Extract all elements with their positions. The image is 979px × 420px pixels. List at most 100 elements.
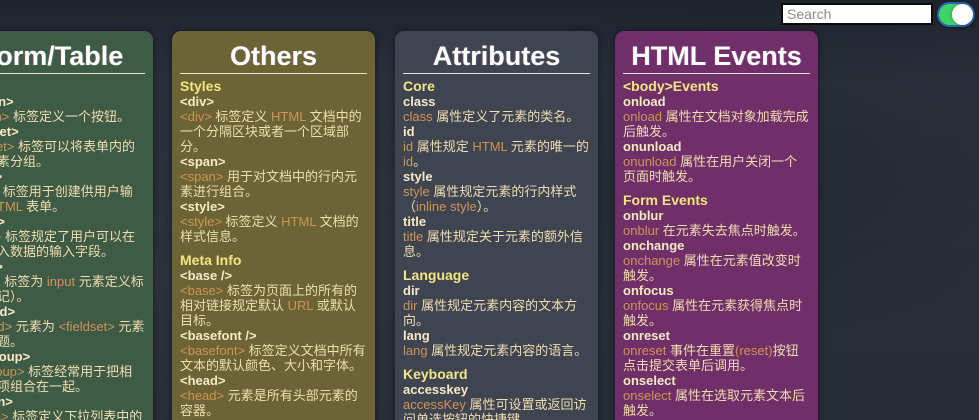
entry-term: onselect	[623, 373, 676, 388]
code-token: class	[403, 109, 433, 124]
title-divider	[623, 73, 810, 74]
code-token: style	[403, 184, 430, 199]
column-title: Others	[229, 41, 318, 71]
entry-term: <form>	[0, 169, 145, 184]
code-token: id	[403, 139, 414, 154]
code-token: <head>	[180, 388, 225, 403]
entry-desc: <head> 元素是所有头部元素的容器。	[180, 388, 367, 418]
toggle-knob	[952, 4, 973, 25]
code-token: inline style	[416, 199, 477, 214]
desc-text: 。	[413, 154, 427, 169]
code-token: <span>	[180, 169, 224, 184]
code-token: HTML	[0, 199, 23, 214]
code-token: id	[403, 154, 414, 169]
entry-term: <span>	[180, 154, 226, 169]
entry-term: onchange	[623, 238, 685, 253]
code-token: accessKey	[403, 397, 466, 412]
entry-desc: onreset 事件在重置(reset)按钮点击提交表单后调用。	[623, 343, 810, 373]
entry-desc: accessKey 属性可设置或返回访问单选按钮的快捷键。	[403, 397, 590, 420]
column-title: Form/Table	[0, 41, 124, 71]
entry-desc: <button> 标签定义一个按钮。	[0, 109, 145, 124]
search-input[interactable]	[781, 3, 933, 25]
code-token: onunload	[623, 154, 677, 169]
entry-desc: style 属性规定元素的行内样式（inline style）。	[403, 184, 590, 214]
code-token: <button>	[0, 109, 10, 124]
entry-term: <input>	[0, 214, 5, 229]
code-token: <basefont>	[180, 343, 246, 358]
entry-term: <fieldset>	[0, 124, 19, 139]
code-token: onchange	[623, 253, 681, 268]
entry-desc: <legend> 元素为 <fieldset> 元素定义标题。	[0, 319, 145, 349]
entry-desc: class 属性定义了元素的类名。	[403, 109, 590, 124]
entry-desc: onselect 属性在选取元素文本后触发。	[623, 388, 810, 418]
desc-text: 标签定义一个按钮。	[9, 109, 130, 124]
entry-term: <basefont />	[180, 328, 257, 343]
code-token: title	[403, 229, 424, 244]
entry-desc: <optgroup> 标签经常用于把相关的选项组合在一起。	[0, 364, 145, 394]
desc-text: 标签规定了用户可以在其中输入数据的输入字段。	[0, 229, 135, 259]
code-token: input	[46, 274, 76, 289]
entry-term: id	[403, 124, 415, 139]
code-token: (reset)	[735, 343, 773, 358]
entry-desc: onload 属性在文档对象加载完成后触发。	[623, 109, 810, 139]
code-token: onselect	[623, 388, 672, 403]
entry-term: <head>	[180, 373, 226, 388]
entry-desc: <basefont> 标签定义文档中所有文本的默认颜色、大小和字体。	[180, 343, 367, 373]
entry-desc: id 属性规定 HTML 元素的唯一的 id。	[403, 139, 590, 169]
search-toggle[interactable]	[937, 2, 975, 27]
entry-desc: <base> 标签为页面上的所有的相对链接规定默认 URL 或默认目标。	[180, 283, 367, 328]
entry-desc: <style> 标签定义 HTML 文档的样式信息。	[180, 214, 367, 244]
desc-text: 标签为	[0, 274, 47, 289]
desc-text: 属性规定	[413, 139, 473, 154]
code-token: HTML	[472, 139, 508, 154]
entry-term: class	[403, 94, 436, 109]
code-token: <fieldset>	[58, 319, 115, 334]
entry-term: onload	[623, 94, 666, 109]
section-heading: Meta Info	[180, 252, 242, 268]
section-heading: <body>Events	[623, 78, 719, 94]
desc-text: 标签定义	[221, 214, 282, 229]
entry-desc: <fieldset> 标签可以将表单内的相关元素分组。	[0, 139, 145, 169]
entry-desc: onfocus 属性在元素获得焦点时触发。	[623, 298, 810, 328]
entry-term: <optgroup>	[0, 349, 31, 364]
column-attributes: Attributes Core class class 属性定义了元素的类名。 id id…	[395, 31, 598, 420]
desc-text: 标签可以将表单内的相关元素分组。	[0, 139, 135, 169]
entry-desc: <div> 标签定义 HTML 文档中的一个分隔区块或者一个区域部分。	[180, 109, 367, 154]
code-token: <optgroup>	[0, 364, 25, 379]
entry-term: <legend>	[0, 304, 16, 319]
column-others: Others Styles <div> <div> 标签定义 HTML 文档中的一个分…	[172, 31, 375, 420]
desc-text: 属性定义了元素的类名。	[432, 109, 580, 124]
entry-desc: title 属性规定关于元素的额外信息。	[403, 229, 590, 259]
entry-term: <base />	[180, 268, 233, 283]
entry-desc: <option> 标签定义下拉列表中的一个选项（一个条目）。	[0, 409, 145, 420]
entry-term: accesskey	[403, 382, 469, 397]
code-token: URL	[287, 298, 314, 313]
entry-desc: dir 属性规定元素内容的文本方向。	[403, 298, 590, 328]
code-token: <option>	[0, 409, 9, 420]
column-title: HTML Events	[631, 41, 802, 71]
entry-desc: <span> 用于对文档中的行内元素进行组合。	[180, 169, 367, 199]
entry-desc: lang 属性规定元素内容的语言。	[403, 343, 590, 358]
desc-text: 元素为	[12, 319, 59, 334]
entry-term: onblur	[623, 208, 664, 223]
entry-desc: <label> 标签为 input 元素定义标注（标记）。	[0, 274, 145, 304]
column-html-events: HTML Events <body>Events onload onload 属性在文…	[615, 31, 818, 420]
desc-text: 属性规定元素内容的文本方向。	[403, 298, 578, 328]
code-token: <legend>	[0, 319, 13, 334]
entry-term: onreset	[623, 328, 670, 343]
column-form-table: Form/Table Form <button><button> 标签定义一个按钮。…	[0, 31, 153, 420]
code-token: HTML	[271, 109, 306, 124]
title-divider	[0, 73, 145, 74]
entry-term: title	[403, 214, 427, 229]
entry-term: onfocus	[623, 283, 674, 298]
section-heading: Styles	[180, 78, 222, 94]
title-divider	[403, 73, 590, 74]
desc-text: 属性规定关于元素的额外信息。	[403, 229, 583, 259]
entry-term: lang	[403, 328, 430, 343]
section-heading: Language	[403, 267, 470, 283]
desc-text: 属性规定元素内容的语言。	[427, 343, 588, 358]
entry-desc: onunload 属性在用户关闭一个页面时触发。	[623, 154, 810, 184]
section-heading: Form	[0, 79, 145, 94]
code-token: <base>	[180, 283, 224, 298]
desc-text: 表单。	[22, 199, 66, 214]
